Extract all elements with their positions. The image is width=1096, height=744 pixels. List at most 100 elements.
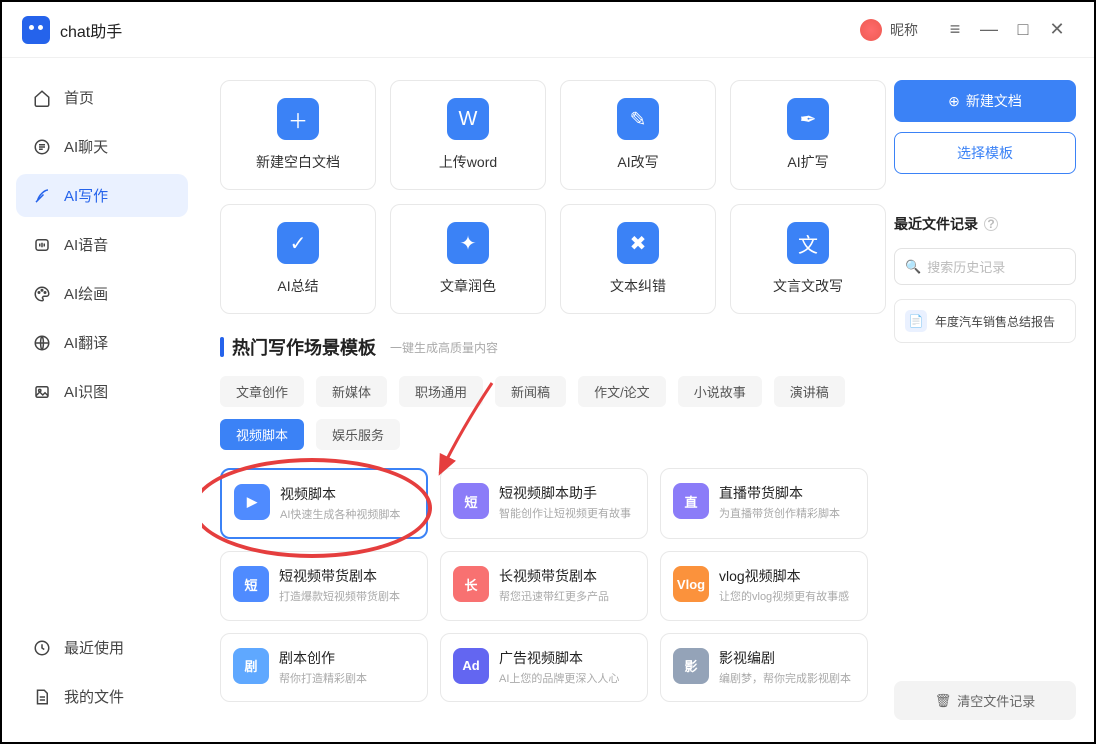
tool-label: 文言文改写 (773, 276, 843, 296)
tab-entertainment[interactable]: 娱乐服务 (316, 419, 400, 450)
tool-classical[interactable]: 文文言文改写 (730, 204, 886, 314)
sidebar-item-label: 最近使用 (64, 637, 124, 658)
template-ad-video[interactable]: Ad 广告视频脚本AI上您的品牌更深入人心 (440, 633, 648, 702)
tool-label: 上传word (439, 152, 497, 172)
tool-correct[interactable]: ✖ 文本纠错 (560, 204, 716, 314)
plus-circle-icon: ⊕ (948, 93, 960, 110)
sidebar-item-recent[interactable]: 最近使用 (16, 626, 188, 669)
tab-newmedia[interactable]: 新媒体 (316, 376, 387, 407)
template-short-sale[interactable]: 短 短视频带货剧本打造爆款短视频带货剧本 (220, 551, 428, 620)
checklist-icon: ✓ (277, 222, 319, 264)
sidebar-item-voice[interactable]: AI语音 (16, 223, 188, 266)
template-screenwriter[interactable]: 影 影视编剧编剧梦，帮你完成影视剧本 (660, 633, 868, 702)
template-live-sale[interactable]: 直 直播带货脚本为直播带货创作精彩脚本 (660, 468, 868, 539)
sidebar-item-label: 首页 (64, 87, 94, 108)
sidebar-item-write[interactable]: AI写作 (16, 174, 188, 217)
sidebar-item-label: AI聊天 (64, 136, 108, 157)
video-script-icon: ▶ (234, 484, 270, 520)
scroll-icon: 文 (787, 222, 829, 264)
tab-article[interactable]: 文章创作 (220, 376, 304, 407)
tool-label: 文本纠错 (610, 276, 666, 296)
file-name: 年度汽车销售总结报告 (935, 313, 1055, 330)
accent-bar-icon (220, 337, 224, 357)
app-logo-icon (22, 16, 50, 44)
sidebar-item-label: AI翻译 (64, 332, 108, 353)
sparkle-icon: ✦ (447, 222, 489, 264)
sidebar-item-home[interactable]: 首页 (16, 76, 188, 119)
menu-button[interactable]: ≡ (938, 13, 972, 47)
document-icon: 📄 (905, 310, 927, 332)
tool-rewrite[interactable]: ✎AI改写 (560, 80, 716, 190)
template-long-sale[interactable]: 长 长视频带货剧本帮您迅速带红更多产品 (440, 551, 648, 620)
sidebar-item-translate[interactable]: AI翻译 (16, 321, 188, 364)
home-icon (32, 89, 52, 107)
sidebar-item-files[interactable]: 我的文件 (16, 675, 188, 718)
help-icon[interactable]: ? (984, 217, 998, 231)
tab-news[interactable]: 新闻稿 (495, 376, 566, 407)
user-avatar-icon[interactable] (860, 19, 882, 41)
titlebar: chat助手 昵称 ≡ — □ ✕ (2, 2, 1094, 58)
template-title: 广告视频脚本 (499, 648, 619, 668)
recent-file-item[interactable]: 📄 年度汽车销售总结报告 (894, 299, 1076, 343)
template-short-video-assist[interactable]: 短 短视频脚本助手智能创作让短视频更有故事 (440, 468, 648, 539)
template-title: 影视编剧 (719, 648, 851, 668)
template-title: 直播带货脚本 (719, 483, 840, 503)
tool-new-blank[interactable]: ＋新建空白文档 (220, 80, 376, 190)
tool-label: AI总结 (277, 276, 318, 296)
error-icon: ✖ (617, 222, 659, 264)
right-panel: ⊕ 新建文档 选择模板 最近文件记录 ? 🔍 搜索历史记录 📄 年度汽车销售总结… (886, 58, 1094, 742)
tool-expand[interactable]: ✒AI扩写 (730, 80, 886, 190)
image-icon (32, 383, 52, 401)
clear-history-button[interactable]: 🗑 清空文件记录 (894, 681, 1076, 720)
template-desc: 为直播带货创作精彩脚本 (719, 507, 840, 522)
search-input[interactable]: 🔍 搜索历史记录 (894, 248, 1076, 285)
template-desc: 让您的vlog视频更有故事感 (719, 590, 849, 605)
sidebar-item-vision[interactable]: AI识图 (16, 370, 188, 413)
long-sale-icon: 长 (453, 566, 489, 602)
vlog-icon: Vlog (673, 566, 709, 602)
live-icon: 直 (673, 483, 709, 519)
tool-upload-word[interactable]: W上传word (390, 80, 546, 190)
plus-icon: ＋ (277, 98, 319, 140)
search-placeholder: 搜索历史记录 (927, 257, 1005, 276)
template-title: 短视频带货剧本 (279, 566, 400, 586)
palette-icon (32, 285, 52, 303)
tool-label: AI扩写 (787, 152, 828, 172)
tool-summarize[interactable]: ✓ AI总结 (220, 204, 376, 314)
tool-polish[interactable]: ✦ 文章润色 (390, 204, 546, 314)
new-document-button[interactable]: ⊕ 新建文档 (894, 80, 1076, 122)
tool-label: 文章润色 (440, 276, 496, 296)
close-button[interactable]: ✕ (1040, 13, 1074, 47)
sidebar-item-paint[interactable]: AI绘画 (16, 272, 188, 315)
recent-files-heading: 最近文件记录 ? (894, 214, 1076, 234)
section-title: 热门写作场景模板 (232, 334, 376, 360)
template-drama[interactable]: 剧 剧本创作帮你打造精彩剧本 (220, 633, 428, 702)
template-video-script[interactable]: ▶ 视频脚本AI快速生成各种视频脚本 (220, 468, 428, 539)
user-nickname[interactable]: 昵称 (890, 20, 918, 40)
tab-essay[interactable]: 作文/论文 (578, 376, 666, 407)
template-title: 短视频脚本助手 (499, 483, 631, 503)
sidebar: 首页 AI聊天 AI写作 AI语音 AI绘画 AI翻译 AI识图 最 (2, 58, 202, 742)
heading-label: 最近文件记录 (894, 214, 978, 234)
short-video-icon: 短 (453, 483, 489, 519)
tab-workplace[interactable]: 职场通用 (399, 376, 483, 407)
select-template-button[interactable]: 选择模板 (894, 132, 1076, 174)
sidebar-item-label: 我的文件 (64, 686, 124, 707)
tab-speech[interactable]: 演讲稿 (774, 376, 845, 407)
minimize-button[interactable]: — (972, 13, 1006, 47)
globe-icon (32, 334, 52, 352)
maximize-button[interactable]: □ (1006, 13, 1040, 47)
tab-video-script[interactable]: 视频脚本 (220, 419, 304, 450)
tab-novel[interactable]: 小说故事 (678, 376, 762, 407)
search-icon: 🔍 (905, 259, 921, 275)
template-tabs: 文章创作 新媒体 职场通用 新闻稿 作文/论文 小说故事 演讲稿 视频脚本 娱乐… (220, 376, 876, 450)
sidebar-item-label: AI绘画 (64, 283, 108, 304)
section-hint: 一键生成高质量内容 (390, 339, 498, 356)
sidebar-item-chat[interactable]: AI聊天 (16, 125, 188, 168)
button-label: 新建文档 (966, 91, 1022, 111)
template-vlog[interactable]: Vlog vlog视频脚本让您的vlog视频更有故事感 (660, 551, 868, 620)
file-icon (32, 688, 52, 706)
pen-cycle-icon: ✎ (617, 98, 659, 140)
template-desc: 帮您迅速带红更多产品 (499, 590, 609, 605)
template-desc: 智能创作让短视频更有故事 (499, 507, 631, 522)
